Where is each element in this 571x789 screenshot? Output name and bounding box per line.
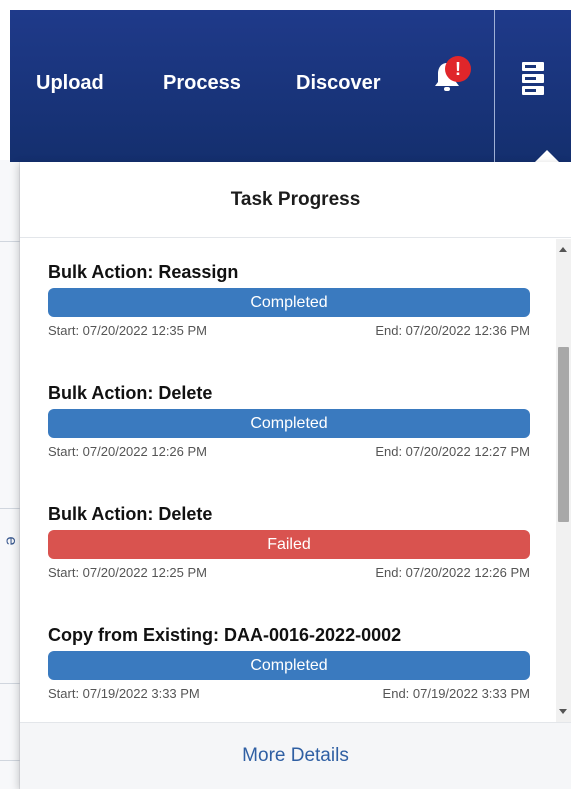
task-end-time: End: 07/20/2022 12:26 PM [375, 565, 530, 580]
panel-header: Task Progress [20, 162, 571, 238]
background-divider [0, 760, 20, 761]
task-title: Bulk Action: Delete [48, 504, 213, 524]
scrollbar-thumb[interactable] [558, 347, 569, 522]
nav-discover-link[interactable]: Discover [296, 72, 381, 95]
task-status-bar: Failed [48, 530, 530, 559]
nav-process-link[interactable]: Process [163, 72, 241, 95]
top-navbar: Upload Process Discover [10, 10, 571, 162]
panel-footer: More Details [20, 722, 571, 789]
scroll-down-arrow-icon[interactable] [559, 709, 567, 714]
task-progress-panel: Task Progress Bulk Action: Reassign Comp… [20, 162, 571, 789]
task-start-time: Start: 07/20/2022 12:35 PM [48, 323, 207, 338]
task-status-bar: Completed [48, 409, 530, 438]
task-status-bar: Completed [48, 651, 530, 680]
dropdown-caret [535, 150, 559, 162]
background-divider [0, 683, 20, 684]
scroll-up-arrow-icon[interactable] [559, 247, 567, 252]
task-times: Start: 07/20/2022 12:26 PM End: 07/20/20… [48, 444, 530, 459]
task-list[interactable]: Bulk Action: Reassign Completed Start: 0… [20, 239, 556, 722]
task-times: Start: 07/20/2022 12:25 PM End: 07/20/20… [48, 565, 530, 580]
task-item: Bulk Action: Delete Failed Start: 07/20/… [48, 503, 530, 580]
task-start-time: Start: 07/20/2022 12:25 PM [48, 565, 207, 580]
task-times: Start: 07/20/2022 12:35 PM End: 07/20/20… [48, 323, 530, 338]
task-title: Bulk Action: Delete [48, 383, 213, 403]
task-end-time: End: 07/19/2022 3:33 PM [382, 686, 530, 701]
panel-title: Task Progress [230, 188, 361, 210]
task-end-time: End: 07/20/2022 12:27 PM [375, 444, 530, 459]
task-item: Copy from Existing: DAA-0016-2022-0002 C… [48, 624, 530, 701]
task-title: Copy from Existing: DAA-0016-2022-0002 [48, 625, 402, 645]
task-start-time: Start: 07/19/2022 3:33 PM [48, 686, 200, 701]
task-item: Bulk Action: Reassign Completed Start: 0… [48, 261, 530, 338]
server-list-icon [522, 62, 544, 102]
nav-upload-link[interactable]: Upload [36, 72, 104, 95]
background-partial-text: e [2, 536, 20, 546]
background-divider [0, 241, 20, 242]
task-end-time: End: 07/20/2022 12:36 PM [375, 323, 530, 338]
task-menu-button[interactable] [494, 10, 571, 162]
task-list-scrollbar[interactable] [556, 239, 571, 722]
task-status-bar: Completed [48, 288, 530, 317]
background-sidebar [0, 160, 20, 789]
task-item: Bulk Action: Delete Completed Start: 07/… [48, 382, 530, 459]
task-times: Start: 07/19/2022 3:33 PM End: 07/19/202… [48, 686, 530, 701]
task-title: Bulk Action: Reassign [48, 262, 239, 282]
background-divider [0, 508, 20, 509]
task-start-time: Start: 07/20/2022 12:26 PM [48, 444, 207, 459]
notification-badge: ! [445, 56, 471, 82]
more-details-link[interactable]: More Details [242, 745, 349, 767]
